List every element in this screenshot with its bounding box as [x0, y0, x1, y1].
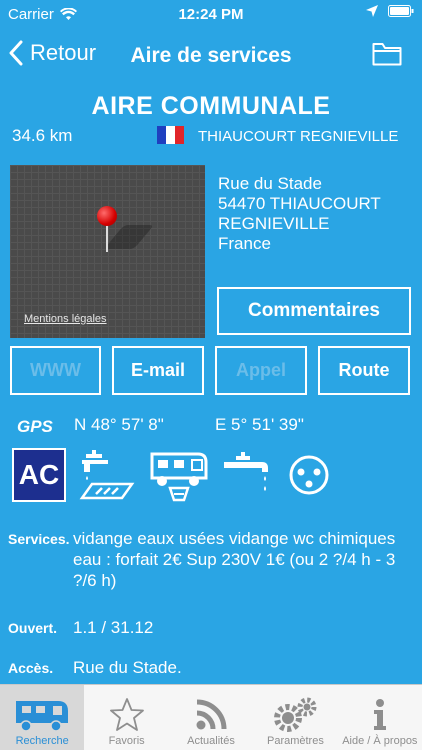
status-right [366, 5, 414, 17]
map-view[interactable]: Mentions légales [10, 165, 205, 338]
power-socket-icon [289, 455, 329, 495]
tab-label: Actualités [187, 735, 235, 747]
tab-label: Paramètres [266, 735, 324, 747]
tab-favoris[interactable]: Favoris [84, 685, 168, 750]
gps-longitude: E 5° 51' 39" [215, 415, 304, 434]
tab-actualites[interactable]: Actualités [169, 685, 253, 750]
location-arrow-icon [366, 5, 378, 17]
tab-bar: Recherche Favoris Actualités Paramètres … [0, 684, 422, 750]
place-name: AIRE COMMUNALE [91, 92, 331, 120]
status-bar: Carrier 12:24 PM [0, 0, 422, 30]
amenity-icons: AC [12, 448, 330, 502]
address-country: France [218, 234, 271, 253]
address-town: REGNIEVILLE [218, 214, 330, 233]
rss-icon [196, 699, 227, 730]
water-tap-icon [79, 450, 135, 500]
address-street: Rue du Stade [218, 174, 322, 193]
status-time: 12:24 PM [178, 6, 244, 23]
www-button[interactable]: WWW [10, 346, 101, 395]
battery-icon [388, 5, 414, 17]
legal-link[interactable]: Mentions légales [24, 313, 107, 325]
tab-label: Aide / À propos [342, 735, 418, 747]
tab-aide[interactable]: Aide / À propos [338, 685, 422, 750]
open-label: Ouvert. [8, 620, 58, 636]
pin-shadow [103, 225, 155, 249]
water-outlet-icon [224, 452, 268, 491]
french-flag-icon [157, 126, 184, 144]
open-value: 1.1 / 31.12 [73, 618, 154, 637]
motorhome-drain-icon [150, 452, 208, 502]
distance-label: 34.6 km [12, 126, 73, 145]
call-button[interactable]: Appel [215, 346, 307, 395]
city-label: THIAUCOURT REGNIEVILLE [198, 128, 399, 145]
gps-latitude: N 48° 57' 8" [74, 415, 164, 434]
pin-stick [106, 224, 108, 252]
folder-icon [372, 43, 402, 66]
nav-title: Aire de services [130, 44, 292, 67]
access-value: Rue du Stade. [73, 658, 182, 677]
tab-parametres[interactable]: Paramètres [253, 685, 337, 750]
tab-recherche[interactable]: Recherche [0, 685, 85, 750]
services-value: vidange eaux usées vidange wc chimiques … [73, 529, 396, 590]
comments-button[interactable]: Commentaires [217, 287, 411, 335]
services-label: Services. [8, 531, 70, 547]
route-button[interactable]: Route [318, 346, 410, 395]
gps-label: GPS [17, 417, 53, 436]
folder-button[interactable] [372, 42, 402, 71]
tab-label: Recherche [15, 735, 69, 747]
email-button[interactable]: E-mail [112, 346, 204, 395]
gears-icon [274, 697, 317, 732]
access-label: Accès. [8, 660, 54, 676]
map-pin-icon[interactable] [97, 206, 117, 226]
star-icon [109, 698, 144, 731]
tab-label: Favoris [108, 735, 145, 747]
ac-badge: AC [12, 448, 66, 502]
address-postal: 54470 THIAUCOURT [218, 194, 381, 213]
nav-bar: Retour Aire de services [0, 30, 422, 82]
info-icon [373, 699, 386, 730]
motorhome-icon [16, 701, 69, 732]
address-block: Rue du Stade 54470 THIAUCOURT REGNIEVILL… [218, 174, 381, 254]
